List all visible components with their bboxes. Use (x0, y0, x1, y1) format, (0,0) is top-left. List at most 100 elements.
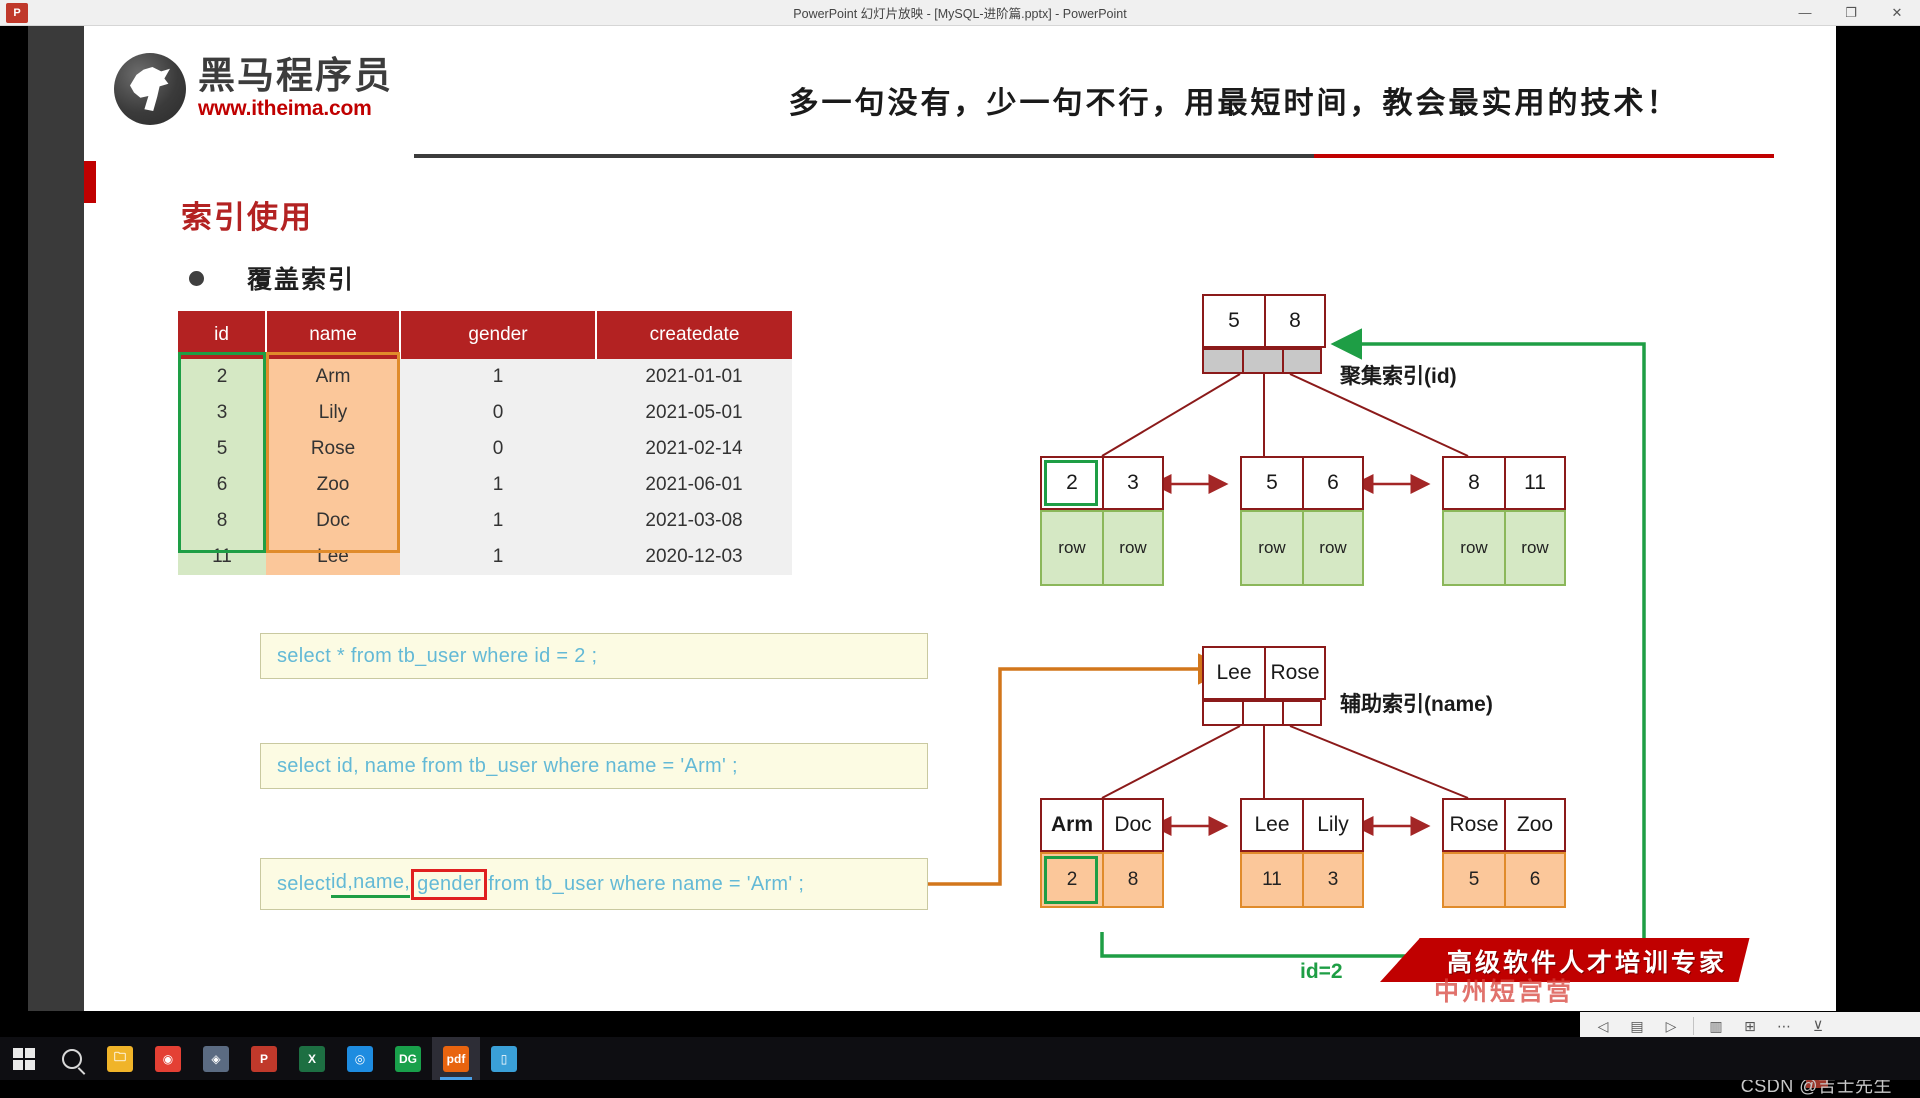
taskbar-pdf-reader[interactable]: pdf (432, 1037, 480, 1080)
pointer-cell (1242, 700, 1282, 726)
slide-red-tab-decoration (84, 161, 96, 203)
bullet-item: 覆盖索引 (189, 260, 355, 296)
node-key-cell: Lee (1240, 798, 1302, 852)
itheima-logo: 黑马程序员 www.itheima.com (114, 53, 393, 125)
node-key-cell: Arm (1040, 798, 1102, 852)
node-key-row: Rose Zoo (1442, 798, 1566, 852)
sql-statement-2-text: select id, name from tb_user where name … (277, 754, 738, 777)
table-cell-name: Doc (266, 503, 400, 539)
node-key-cell: 11 (1504, 456, 1566, 510)
node-data-row: row row (1240, 510, 1364, 586)
window-controls: — ❐ ✕ (1782, 0, 1920, 26)
presentation-slide[interactable]: 黑马程序员 www.itheima.com 多一句没有，少一句不行，用最短时间，… (84, 26, 1836, 1011)
banner-ghost-text: 中州短宫营 (1434, 978, 1575, 1006)
secondary-root-pointers (1202, 700, 1326, 726)
taskbar-phone-manager[interactable]: ▯ (480, 1037, 528, 1080)
node-rowid-cell: 2 (1040, 852, 1102, 908)
node-key-cell: 5 (1202, 294, 1264, 348)
trace-label-id-2: id=2 (1300, 960, 1343, 983)
bullet-dot-icon (189, 270, 204, 286)
table-cell-createdate: 2021-03-08 (596, 503, 792, 539)
node-rowid-cell: 8 (1102, 852, 1164, 908)
sql-statement-3: select id,name, gender from tb_user where… (260, 858, 928, 910)
table-cell-gender: 1 (400, 539, 596, 575)
tb-user-table: id name gender createdate 2 Arm 1 2021-01-0… (178, 311, 792, 575)
windows-taskbar: 🗀 ◉ ◈ P X ◎ DG pdf ▯ (0, 1037, 1920, 1080)
taskbar-sogou-browser[interactable]: ◈ (192, 1037, 240, 1080)
table-cell-createdate: 2021-05-01 (596, 395, 792, 431)
node-key-row: Arm Doc (1040, 798, 1164, 852)
file-explorer-icon: 🗀 (107, 1045, 133, 1072)
node-key-row: Lee Rose (1202, 646, 1326, 700)
column-header-id: id (178, 311, 267, 359)
more-options-button[interactable]: ⋯ (1769, 1014, 1799, 1038)
bullet-item-label: 覆盖索引 (247, 266, 356, 294)
clustered-leaf-1: 5 6 row row (1240, 456, 1364, 586)
control-divider (1693, 1017, 1694, 1035)
node-key-cell: Lily (1302, 798, 1364, 852)
pdf-reader-icon: pdf (443, 1045, 469, 1072)
table-cell-createdate: 2021-02-14 (596, 431, 792, 467)
node-data-row: 56 (1442, 852, 1566, 908)
taskbar-excel[interactable]: X (288, 1037, 336, 1080)
secondary-leaf-0: Arm Doc 2 8 (1040, 798, 1164, 908)
window-title-bar: P PowerPoint 幻灯片放映 - [MySQL-进阶篇.pptx] - … (0, 0, 1920, 26)
minimize-button[interactable]: — (1782, 0, 1828, 26)
taskbar-start-button[interactable] (0, 1037, 48, 1080)
clustered-leaf-0: 2 3 row row (1040, 456, 1164, 586)
node-row-cell: row (1240, 510, 1302, 586)
end-show-button[interactable]: ⊻ (1803, 1014, 1833, 1038)
node-key-cell: 3 (1102, 456, 1164, 510)
node-key-cell: Rose (1442, 798, 1504, 852)
table-cell-name: Zoo (266, 467, 400, 503)
node-data-row: row row (1040, 510, 1164, 586)
viewport-left-black-bar (0, 26, 28, 1011)
slideshow-control-bar: ◁ ▤ ▷ ▥ ⊞ ⋯ ⊻ (1580, 1012, 1920, 1040)
sql-statement-3-underlined-cols: id,name, (331, 871, 411, 898)
node-key-cell: 2 (1040, 456, 1102, 510)
close-button[interactable]: ✕ (1874, 0, 1920, 26)
column-header-name: name (266, 311, 401, 359)
sql-statement-3-boxed-col: gender (411, 868, 488, 900)
pen-tools-button[interactable]: ▤ (1622, 1014, 1652, 1038)
table-cell-id: 11 (178, 539, 266, 575)
column-header-createdate: createdate (596, 311, 792, 359)
table-cell-name: Lily (266, 395, 400, 431)
wechat-dev-tools-icon: DG (395, 1045, 421, 1072)
table-cell-id: 6 (178, 467, 266, 503)
table-cell-createdate: 2021-01-01 (596, 359, 792, 395)
table-cell-createdate: 2020-12-03 (596, 539, 792, 575)
table-row: 5 Rose 0 2021-02-14 (178, 431, 792, 467)
table-cell-name: Lee (266, 539, 400, 575)
taskbar-search-button[interactable] (48, 1037, 96, 1080)
clustered-root-node: 58 (1202, 294, 1326, 374)
clustered-root-keys: 58 (1202, 294, 1326, 348)
zoom-slide-button[interactable]: ⊞ (1735, 1014, 1765, 1038)
taskbar-chrome[interactable]: ◉ (144, 1037, 192, 1080)
maximize-button[interactable]: ❐ (1828, 0, 1874, 26)
clustered-leaf-2: 8 11 row row (1442, 456, 1566, 586)
table-row: 2 Arm 1 2021-01-01 (178, 359, 792, 395)
powerpoint-icon: P (251, 1045, 277, 1072)
secondary-leaf-2: Rose Zoo 5 6 (1442, 798, 1566, 908)
all-slides-button[interactable]: ▥ (1701, 1014, 1731, 1038)
next-slide-button[interactable]: ▷ (1656, 1014, 1686, 1038)
node-data-row: row row (1442, 510, 1566, 586)
table-row: 3 Lily 0 2021-05-01 (178, 395, 792, 431)
taskbar-qq[interactable]: ◎ (336, 1037, 384, 1080)
node-data-row: 28 (1040, 852, 1164, 908)
taskbar-wechat-dev-tools[interactable]: DG (384, 1037, 432, 1080)
powerpoint-app-icon: P (6, 2, 28, 23)
logo-website-url: www.itheima.com (198, 96, 372, 120)
pointer-cell (1202, 700, 1242, 726)
taskbar-file-explorer[interactable]: 🗀 (96, 1037, 144, 1080)
slideshow-viewport: 黑马程序员 www.itheima.com 多一句没有，少一句不行，用最短时间，… (0, 26, 1920, 1096)
node-key-row: 8 11 (1442, 456, 1566, 510)
table-header-row: id name gender createdate (178, 311, 792, 359)
node-rowid-cell: 5 (1442, 852, 1504, 908)
taskbar-powerpoint[interactable]: P (240, 1037, 288, 1080)
header-divider-red (1314, 154, 1774, 158)
previous-slide-button[interactable]: ◁ (1588, 1014, 1618, 1038)
node-row-cell: row (1040, 510, 1102, 586)
windows-logo-icon (13, 1047, 35, 1070)
